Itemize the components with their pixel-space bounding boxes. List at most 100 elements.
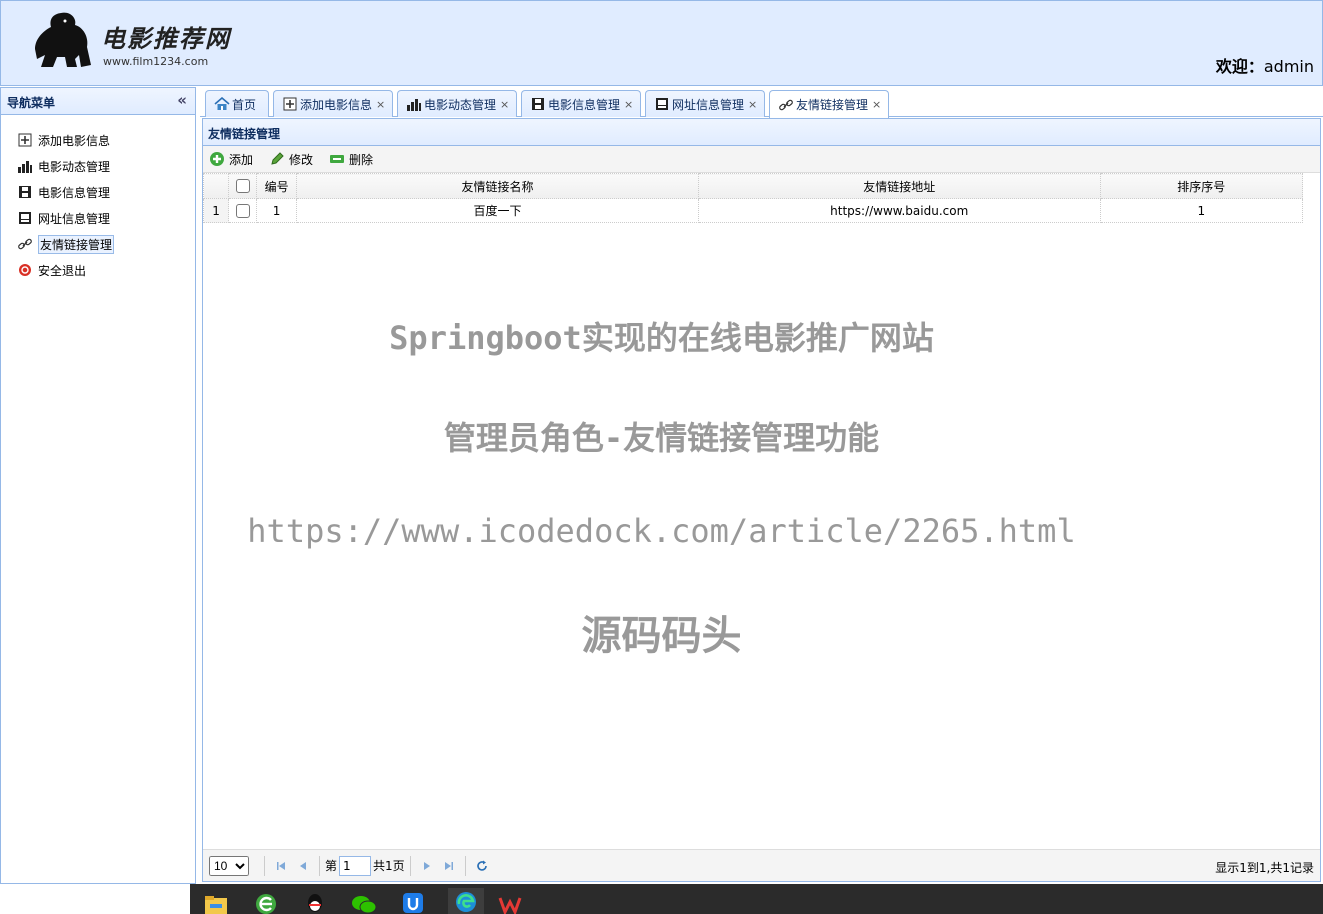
qq-icon[interactable] bbox=[301, 888, 329, 914]
app-u-icon[interactable] bbox=[399, 888, 427, 914]
delete-button[interactable]: 删除 bbox=[329, 151, 373, 168]
file-explorer-icon[interactable] bbox=[202, 888, 230, 914]
cell-id: 1 bbox=[256, 198, 298, 223]
page-prefix: 第 bbox=[325, 859, 338, 873]
delete-button-label: 删除 bbox=[349, 152, 374, 167]
sidebar-item-movie-news[interactable]: 电影动态管理 bbox=[1, 153, 195, 179]
row-number: 1 bbox=[202, 198, 230, 223]
close-icon[interactable]: × bbox=[872, 98, 881, 111]
wps-office-icon[interactable] bbox=[496, 888, 524, 914]
toolbar: 添加 修改 删除 bbox=[203, 146, 1320, 173]
edge-browser-icon[interactable] bbox=[448, 888, 484, 914]
column-header[interactable]: 友情链接名称 bbox=[296, 173, 699, 199]
prev-page-icon[interactable] bbox=[292, 856, 314, 876]
welcome-label: 欢迎： bbox=[1215, 57, 1264, 76]
screen-icon bbox=[17, 210, 33, 226]
tab-label: 电影信息管理 bbox=[548, 97, 621, 112]
os-taskbar bbox=[190, 884, 1323, 914]
tab-home[interactable]: 首页 bbox=[205, 90, 269, 117]
tab-movie-news[interactable]: 电影动态管理 × bbox=[397, 90, 517, 117]
edit-button[interactable]: 修改 bbox=[269, 151, 313, 168]
tab-label: 友情链接管理 bbox=[796, 98, 869, 112]
column-header[interactable]: 编号 bbox=[256, 173, 298, 199]
column-header[interactable]: 排序序号 bbox=[1099, 173, 1304, 199]
welcome-text: 欢迎：admin bbox=[1216, 53, 1314, 77]
screen-icon bbox=[654, 96, 670, 112]
sidebar: 导航菜单 « 添加电影信息 电影动态管理 电影信息管理 网址信息管理 友情链接管… bbox=[0, 87, 196, 884]
page-size-select[interactable]: 10 bbox=[209, 855, 249, 876]
close-icon[interactable]: × bbox=[624, 98, 633, 111]
wechat-icon[interactable] bbox=[350, 888, 378, 914]
cell-url: https://www.baidu.com bbox=[697, 198, 1101, 223]
last-page-icon[interactable] bbox=[438, 856, 460, 876]
column-header[interactable]: 友情链接地址 bbox=[697, 173, 1101, 199]
sidebar-item-add-movie[interactable]: 添加电影信息 bbox=[1, 127, 195, 153]
divider bbox=[409, 855, 411, 876]
divider bbox=[319, 855, 320, 876]
collapse-icon[interactable]: « bbox=[177, 91, 187, 109]
select-all-header[interactable] bbox=[228, 173, 258, 199]
panel-title: 友情链接管理 bbox=[203, 119, 1320, 146]
sidebar-item-friend-links[interactable]: 友情链接管理 bbox=[1, 231, 195, 257]
close-icon[interactable]: × bbox=[500, 98, 509, 111]
tab-movie-info[interactable]: 电影信息管理 × bbox=[521, 90, 641, 117]
cell-name: 百度一下 bbox=[296, 198, 699, 223]
bar-chart-icon bbox=[406, 96, 422, 112]
sidebar-item-label: 友情链接管理 bbox=[38, 234, 115, 254]
table-row[interactable]: 1 1 百度一下 https://www.baidu.com 1 bbox=[202, 198, 1304, 223]
sidebar-item-url-info[interactable]: 网址信息管理 bbox=[1, 205, 195, 231]
page-number-input[interactable] bbox=[339, 855, 372, 876]
close-icon[interactable]: × bbox=[376, 98, 385, 111]
sidebar-item-label: 电影动态管理 bbox=[38, 159, 111, 174]
sidebar-item-label: 电影信息管理 bbox=[38, 185, 111, 200]
add-icon bbox=[209, 151, 225, 167]
site-url: www.film1234.com bbox=[103, 55, 209, 68]
refresh-icon[interactable] bbox=[471, 856, 493, 876]
bar-chart-icon bbox=[17, 158, 33, 174]
username: admin bbox=[1263, 57, 1314, 76]
select-all-checkbox[interactable] bbox=[235, 179, 250, 194]
link-icon bbox=[778, 97, 794, 113]
tab-friend-links[interactable]: 友情链接管理 × bbox=[769, 90, 889, 118]
row-checkbox[interactable] bbox=[235, 203, 250, 218]
site-title: 电影推荐网 bbox=[101, 24, 231, 53]
tab-label: 首页 bbox=[232, 97, 257, 112]
sidebar-item-label: 添加电影信息 bbox=[38, 133, 111, 148]
sidebar-item-logout[interactable]: 安全退出 bbox=[1, 257, 195, 283]
tab-label: 网址信息管理 bbox=[672, 97, 745, 112]
cell-order: 1 bbox=[1099, 198, 1304, 223]
remove-icon bbox=[329, 151, 345, 167]
nav-menu: 添加电影信息 电影动态管理 电影信息管理 网址信息管理 友情链接管理 安全退出 bbox=[1, 115, 195, 283]
site-logo: 电影推荐网 www.film1234.com bbox=[31, 9, 241, 71]
tab-add-movie[interactable]: 添加电影信息 × bbox=[273, 90, 393, 117]
film-icon bbox=[17, 184, 33, 200]
sidebar-item-movie-info[interactable]: 电影信息管理 bbox=[1, 179, 195, 205]
pagination-bar: 10 第 共1页 显示1到1,共1记录 bbox=[203, 849, 1320, 881]
tab-label: 电影动态管理 bbox=[424, 97, 497, 112]
add-button-label: 添加 bbox=[229, 152, 254, 167]
friend-links-table: 编号 友情链接名称 友情链接地址 排序序号 1 1 百度一下 https://w… bbox=[202, 173, 1304, 223]
tab-bar: 首页 添加电影信息 × 电影动态管理 × 电影信息管理 × 网址信息管理 × 友… bbox=[200, 87, 1323, 118]
first-page-icon[interactable] bbox=[270, 856, 292, 876]
row-select-cell[interactable] bbox=[228, 198, 258, 223]
close-icon[interactable]: × bbox=[748, 98, 757, 111]
exit-icon bbox=[17, 262, 33, 278]
sidebar-title: 导航菜单 bbox=[7, 96, 56, 110]
friend-links-panel: 友情链接管理 添加 修改 删除 编号 友情链接名称 友情链接地址 排序序号 1 … bbox=[202, 118, 1321, 882]
home-icon bbox=[214, 96, 230, 112]
pencil-icon bbox=[269, 151, 285, 167]
link-icon bbox=[17, 236, 33, 252]
tab-url-info[interactable]: 网址信息管理 × bbox=[645, 90, 765, 117]
row-number-header bbox=[202, 173, 230, 199]
add-doc-icon bbox=[282, 96, 298, 112]
edit-button-label: 修改 bbox=[289, 152, 314, 167]
sidebar-item-label: 安全退出 bbox=[38, 263, 87, 278]
tab-label: 添加电影信息 bbox=[300, 97, 373, 112]
next-page-icon[interactable] bbox=[416, 856, 438, 876]
add-button[interactable]: 添加 bbox=[209, 151, 253, 168]
add-doc-icon bbox=[17, 132, 33, 148]
browser-e-icon[interactable] bbox=[252, 888, 280, 914]
table-header-row: 编号 友情链接名称 友情链接地址 排序序号 bbox=[202, 173, 1304, 199]
app-header: 电影推荐网 www.film1234.com 欢迎：admin bbox=[0, 0, 1323, 86]
film-icon bbox=[530, 96, 546, 112]
